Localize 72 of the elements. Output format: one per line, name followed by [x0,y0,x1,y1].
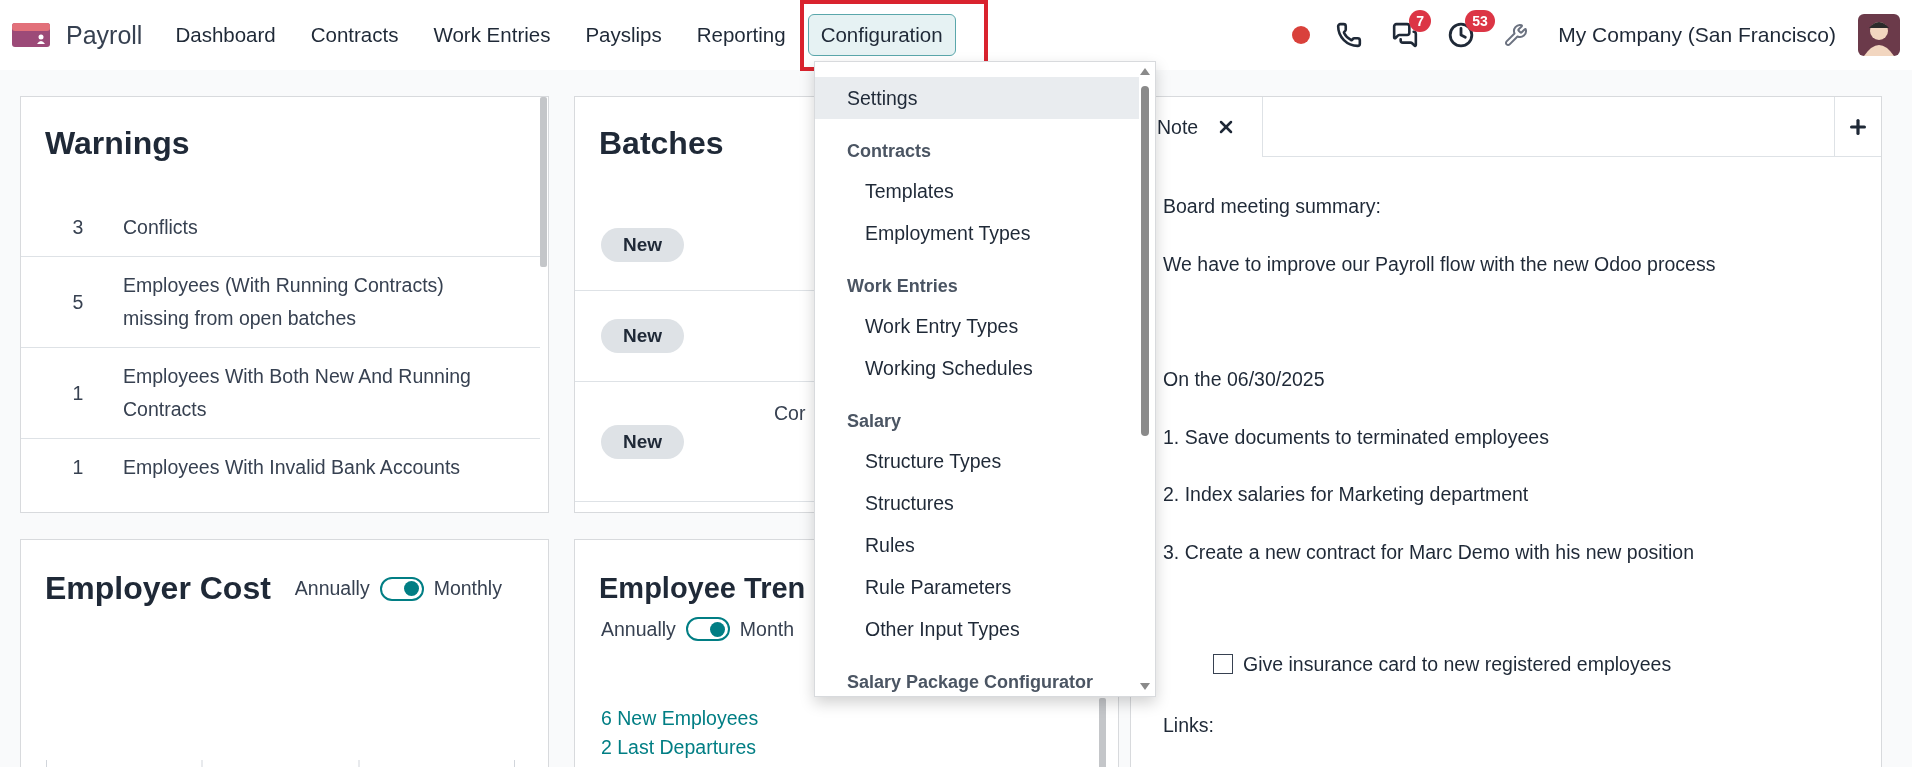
nav-menu-item[interactable]: Payslips [572,14,675,56]
caret-up-icon[interactable] [1139,66,1151,76]
nav-menu-item[interactable]: Configuration [807,14,956,56]
trend-link[interactable]: 2 Last Departures [601,736,756,759]
nav-menu-item[interactable]: Dashboard [162,14,289,56]
phone-icon[interactable] [1336,22,1363,48]
note-text: Board meeting summary: [1163,194,1382,219]
status-dot [1292,26,1311,44]
warning-label: Conflicts [123,214,199,240]
status-badge: New [601,424,685,459]
payroll-logo-icon [12,23,50,47]
company-switcher[interactable]: My Company (San Francisco) [1558,23,1836,47]
menu-item[interactable]: Rules [815,524,1139,566]
warning-count: 5 [71,290,85,314]
menu-item[interactable]: Working Schedules [815,347,1139,389]
tab-label: Note [1157,115,1199,139]
batch-text: Cor [774,401,806,425]
chat-icon[interactable] [1392,22,1419,48]
menu-item[interactable]: Other Input Types [815,608,1139,650]
warning-label: Employees With Invalid Bank Accounts [123,455,462,480]
toggle-label: Annually [601,617,676,641]
menu-item[interactable]: Templates [815,170,1139,212]
app-name[interactable]: Payroll [66,20,143,50]
toggle-label: Monthly [433,577,502,600]
note-text: Links: [1163,712,1215,738]
menu-item[interactable]: Employment Types [815,212,1139,254]
menu-item[interactable]: Settings [815,77,1139,119]
warning-row[interactable]: 1 Employees With Invalid Bank Accounts [21,438,540,496]
scrollbar[interactable] [540,97,547,267]
clock-icon[interactable] [1448,22,1475,48]
card-title: Batches [599,124,724,162]
status-badge: New [601,319,685,353]
menu-item[interactable]: Structure Types [815,440,1139,482]
menu-item[interactable]: Rule Parameters [815,566,1139,608]
checkbox[interactable] [1213,653,1233,674]
menu-section-header: Salary Package Configurator [846,670,1094,694]
trend-link[interactable]: 6 New Employees [601,707,759,730]
caret-down-icon[interactable] [1139,682,1151,692]
activity-count-badge: 53 [1465,10,1495,32]
nav-menu-item[interactable]: Reporting [683,14,799,56]
warning-count: 1 [71,381,85,405]
note-text: We have to improve our Payroll flow with the new Odoo process [1163,251,1717,277]
nav-menu-item[interactable]: Work Entries [420,14,564,56]
checklist-label: Give insurance card to new registered employees [1243,651,1672,677]
toggle-switch[interactable] [685,617,730,641]
tools-icon[interactable] [1504,23,1529,47]
warning-label: Employees (With Running Contracts) missing from open batches [123,273,445,331]
nav-menu-item[interactable]: Contracts [297,14,412,56]
card-title: Warnings [45,124,190,162]
warning-count: 1 [71,456,85,479]
toggle-label: Month [739,617,794,641]
menu-item[interactable]: Work Entry Types [815,305,1139,347]
message-count-badge: 7 [1409,10,1432,32]
warning-row[interactable]: 5 Employees (With Running Contracts) missing from open batches [21,256,540,347]
toggle-label: Annually [294,577,370,600]
menu-section-header: Work Entries [846,274,958,298]
menu-item[interactable]: Structures [815,482,1139,524]
menu-section-header: Salary [846,409,902,433]
warning-label: Employees With Both New And Running Contracts [123,364,472,422]
card-title: Employee Tren [599,571,806,605]
note-text: On the 06/30/2025 [1163,367,1326,392]
card-title: Employer Cost [45,570,271,607]
note-text: 2. Index salaries for Marketing department [1163,482,1530,507]
status-badge: New [601,228,685,262]
note-text: 3. Create a new contract for Marc Demo with his new position [1163,539,1696,565]
warning-count: 3 [71,215,85,239]
user-avatar[interactable] [1858,14,1900,56]
note-text: 1. Save documents to terminated employees [1163,424,1550,450]
warning-row[interactable]: 1 Employees With Both New And Running Contracts [21,347,540,438]
warning-row[interactable]: 3 Conflicts [21,198,540,256]
toggle-switch[interactable] [379,576,424,601]
menu-section-header: Contracts [846,139,931,163]
